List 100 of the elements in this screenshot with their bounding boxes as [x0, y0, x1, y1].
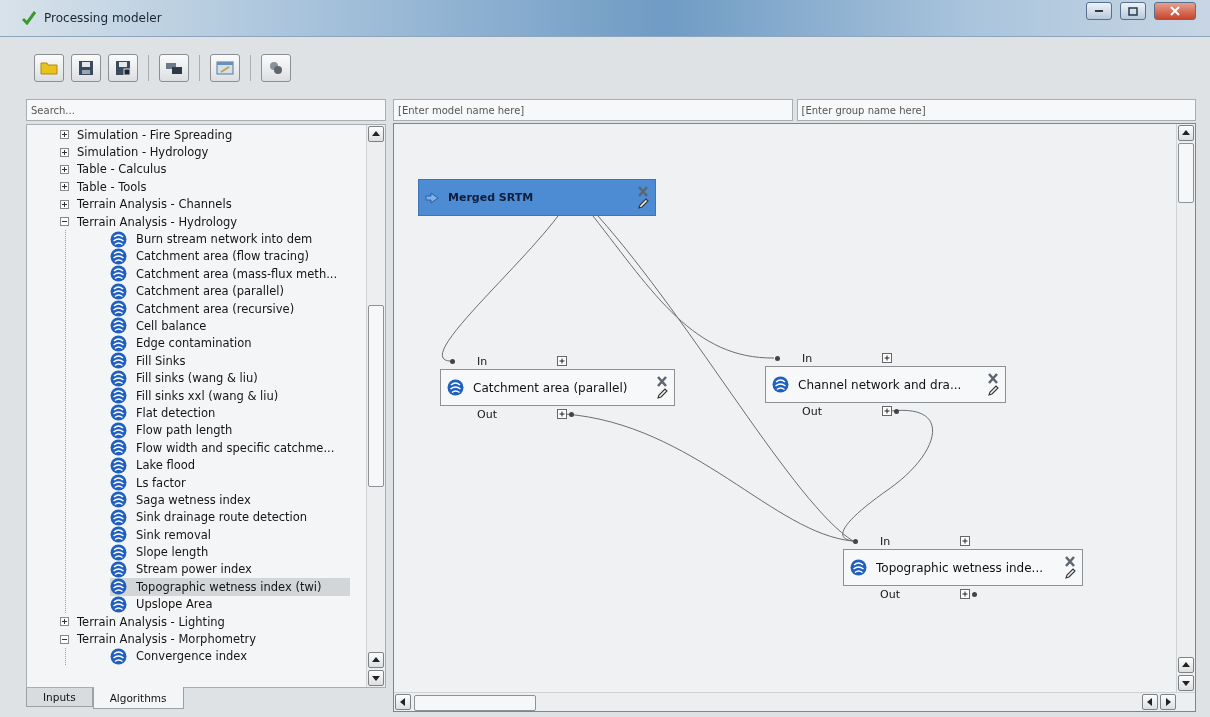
- expand-icon[interactable]: [557, 409, 567, 419]
- scroll-thumb[interactable]: [414, 694, 536, 711]
- pencil-icon[interactable]: [1064, 567, 1076, 580]
- scrollbar[interactable]: [1176, 124, 1195, 692]
- arrow-up-icon: [371, 655, 381, 665]
- circles-icon: [268, 60, 284, 76]
- expand-icon[interactable]: [882, 406, 892, 416]
- window-button[interactable]: [210, 54, 240, 82]
- algorithm-node[interactable]: Channel network and dra...: [765, 366, 1006, 403]
- close-icon[interactable]: [987, 372, 999, 384]
- spiral-icon: [110, 300, 127, 318]
- expand-icon[interactable]: [60, 130, 69, 140]
- expand-icon[interactable]: [60, 182, 69, 192]
- scroll-up-button[interactable]: [368, 652, 384, 668]
- tree-group[interactable]: Terrain Analysis - Channels: [60, 195, 366, 213]
- tree-item[interactable]: Sink removal: [110, 526, 350, 544]
- expand-icon[interactable]: [882, 353, 892, 363]
- tree-item[interactable]: Lake flood: [110, 456, 350, 474]
- spiral-icon: [110, 647, 127, 665]
- group-name-field[interactable]: [Enter group name here]: [796, 99, 1196, 121]
- scroll-right-button[interactable]: [1160, 694, 1176, 710]
- tree-item[interactable]: Saga wetness index: [110, 491, 350, 509]
- spiral-icon: [110, 508, 127, 526]
- tree-item[interactable]: Sink drainage route detection: [110, 508, 350, 526]
- port-label: Out: [802, 404, 823, 418]
- port-dot: [894, 408, 899, 414]
- export-button[interactable]: [159, 54, 189, 82]
- tree-item[interactable]: Fill sinks (wang & liu): [110, 369, 350, 387]
- scroll-down-button[interactable]: [368, 670, 384, 686]
- tree-item[interactable]: Catchment area (parallel): [110, 282, 350, 300]
- scroll-up-button[interactable]: [1178, 657, 1194, 673]
- tree-group[interactable]: Simulation - Fire Spreading: [60, 126, 366, 144]
- tab[interactable]: Inputs: [26, 688, 93, 707]
- tree-group[interactable]: Simulation - Hydrology: [60, 143, 366, 161]
- close-icon[interactable]: [1064, 555, 1076, 567]
- expand-icon[interactable]: [960, 536, 970, 546]
- tree-item[interactable]: Convergence index: [110, 647, 350, 666]
- algorithm-node[interactable]: Topographic wetness inde...: [843, 549, 1083, 586]
- tree-item[interactable]: Cell balance: [110, 317, 350, 335]
- tree-item[interactable]: Fill Sinks: [110, 352, 350, 370]
- tree-item[interactable]: Flat detection: [110, 404, 350, 422]
- arrow-left-icon: [1145, 697, 1155, 707]
- close-button[interactable]: [1154, 2, 1196, 20]
- scroll-left-button[interactable]: [395, 694, 411, 710]
- open-button[interactable]: [34, 54, 64, 82]
- tree-item[interactable]: Stream power index: [110, 560, 350, 579]
- pencil-icon[interactable]: [987, 384, 999, 397]
- tree-item[interactable]: Burn stream network into dem: [110, 230, 350, 248]
- expand-icon[interactable]: [960, 589, 970, 599]
- input-node[interactable]: Merged SRTM: [418, 179, 656, 216]
- tree-item[interactable]: Upslope Area: [110, 595, 350, 613]
- scroll-thumb[interactable]: [1178, 143, 1194, 203]
- model-name-field[interactable]: [Enter model name here]: [393, 99, 793, 121]
- expand-icon[interactable]: [557, 356, 567, 366]
- scroll-left-button[interactable]: [1142, 694, 1158, 710]
- arrow-up-icon: [371, 129, 381, 139]
- expand-icon[interactable]: [60, 164, 69, 174]
- node-title: Merged SRTM: [448, 191, 535, 204]
- scrollbar[interactable]: [394, 692, 1195, 711]
- arrow-down-icon: [371, 673, 381, 683]
- tree-item[interactable]: Slope length: [110, 543, 350, 561]
- expand-icon[interactable]: [60, 199, 69, 209]
- tree-item[interactable]: Flow width and specific catchme...: [110, 439, 350, 457]
- scroll-up-button[interactable]: [368, 126, 384, 142]
- tree-item[interactable]: Fill sinks xxl (wang & liu): [110, 386, 350, 405]
- tree-item[interactable]: Edge contamination: [110, 334, 350, 353]
- spiral-icon: [850, 559, 867, 576]
- maximize-button[interactable]: [1120, 2, 1146, 20]
- tree-group[interactable]: Table - Calculus: [60, 160, 366, 179]
- run-button[interactable]: [261, 54, 291, 82]
- expand-icon[interactable]: [60, 147, 69, 157]
- minimize-button[interactable]: [1086, 2, 1112, 20]
- save-button[interactable]: [71, 54, 101, 82]
- algorithm-node[interactable]: Catchment area (parallel): [440, 369, 675, 406]
- tree-item[interactable]: Catchment area (flow tracing): [110, 247, 350, 266]
- tree-item[interactable]: Flow path length: [110, 421, 350, 440]
- pencil-icon[interactable]: [656, 387, 668, 400]
- tree-group[interactable]: Terrain Analysis - Hydrology: [60, 212, 366, 231]
- search-field[interactable]: Search...: [26, 99, 386, 121]
- scroll-down-button[interactable]: [1178, 675, 1194, 691]
- collapse-icon[interactable]: [60, 634, 69, 644]
- close-icon[interactable]: [656, 375, 668, 387]
- tree-item[interactable]: Catchment area (recursive): [110, 299, 350, 318]
- tree-group[interactable]: Terrain Analysis - Morphometry: [60, 630, 366, 648]
- tree-group[interactable]: Terrain Analysis - Lighting: [60, 612, 366, 631]
- tree-item[interactable]: Topographic wetness index (twi): [110, 578, 350, 596]
- port-label: In: [477, 354, 489, 368]
- tree-group[interactable]: Table - Tools: [60, 178, 366, 196]
- expand-icon[interactable]: [60, 617, 69, 627]
- tree-item[interactable]: Ls factor: [110, 473, 350, 492]
- tree-item[interactable]: Catchment area (mass-flux meth...: [110, 265, 350, 283]
- scrollbar[interactable]: [366, 125, 385, 687]
- tab[interactable]: Algorithms: [92, 687, 184, 709]
- scroll-thumb[interactable]: [368, 305, 384, 487]
- spiral-icon: [110, 439, 127, 457]
- save-as-button[interactable]: [108, 54, 138, 82]
- scroll-up-button[interactable]: [1178, 125, 1194, 141]
- spiral-icon: [110, 387, 127, 405]
- pencil-icon[interactable]: [637, 197, 649, 210]
- collapse-icon[interactable]: [60, 217, 69, 227]
